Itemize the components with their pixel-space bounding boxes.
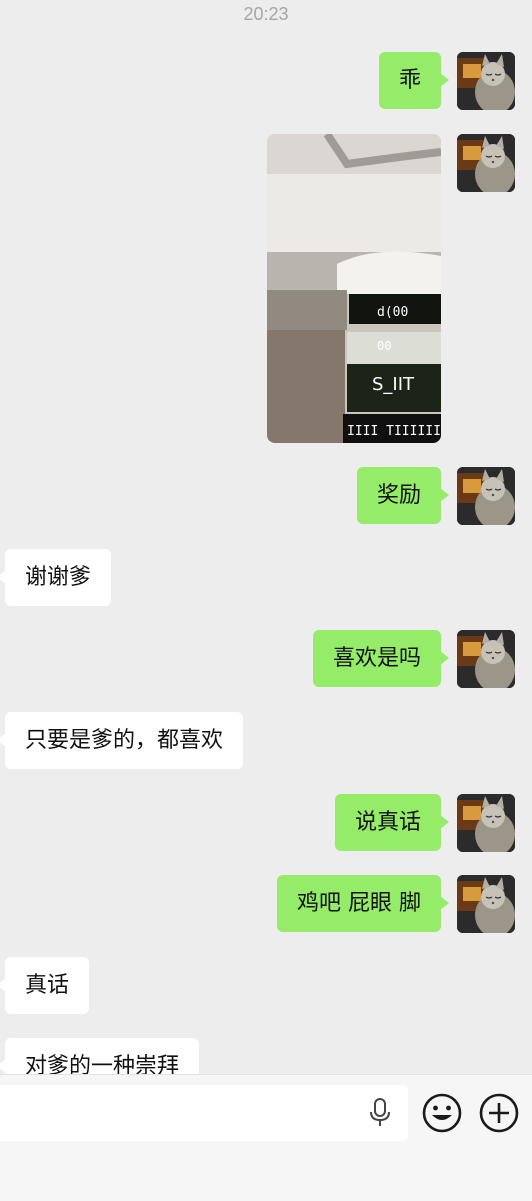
plus-circle-icon[interactable] [477,1091,521,1135]
cat-avatar-image [457,134,515,192]
incoming-message-bubble[interactable]: 对爹的一种崇拜 [0,1038,200,1074]
svg-text:d(00: d(00 [377,305,408,320]
photo-thumbnail: d(00 00 S_IIT IIII TIIIIIIII6 [267,134,441,443]
cat-avatar-image [457,875,515,933]
message-row: 谢谢爹 [0,549,532,606]
outgoing-message-bubble[interactable]: 说真话 [334,794,450,851]
user-avatar[interactable] [457,467,515,525]
outgoing-message-bubble[interactable]: 奖励 [356,467,450,524]
message-row: 对爹的一种崇拜 [0,1038,532,1074]
cat-avatar-image [457,467,515,525]
user-avatar[interactable] [457,52,515,110]
message-row: 鸡吧 屁眼 脚 [0,875,532,933]
svg-text:00: 00 [377,339,391,353]
user-avatar[interactable] [457,134,515,192]
message-input[interactable] [0,1085,408,1141]
message-row: 真话 [0,957,532,1014]
outgoing-message-bubble[interactable]: 鸡吧 屁眼 脚 [277,875,449,932]
outgoing-message-bubble[interactable]: 喜欢是吗 [312,630,450,687]
incoming-message-bubble[interactable]: 只要是爹的，都喜欢 [0,712,244,769]
cat-avatar-image [457,52,515,110]
message-row: 只要是爹的，都喜欢 [0,712,532,769]
message-row: 说真话 [0,794,532,852]
message-row: 喜欢是吗 [0,630,532,688]
incoming-message-bubble[interactable]: 真话 [0,957,90,1014]
message-timestamp: 20:23 [243,4,289,24]
incoming-message-bubble[interactable]: 谢谢爹 [0,549,112,606]
photo-overlay-text: IIII TIIIIIIII6 [347,424,441,439]
image-message[interactable]: d(00 00 S_IIT IIII TIIIIIIII6 [267,134,441,443]
svg-text:S_IIT: S_IIT [372,374,415,395]
user-avatar[interactable] [457,630,515,688]
emoji-icon[interactable] [420,1091,464,1135]
outgoing-message-bubble[interactable]: 乖 [378,52,450,109]
message-row: 奖励 [0,467,532,525]
cat-avatar-image [457,794,515,852]
microphone-icon[interactable] [368,1097,392,1129]
message-row: 乖 [0,52,532,110]
cat-avatar-image [457,630,515,688]
message-input-bar [0,1074,532,1201]
user-avatar[interactable] [457,875,515,933]
chat-history[interactable]: 20:23 乖 d(00 00 S_IIT IIII TIIIIII 奖励 谢谢… [0,0,532,1074]
user-avatar[interactable] [457,794,515,852]
